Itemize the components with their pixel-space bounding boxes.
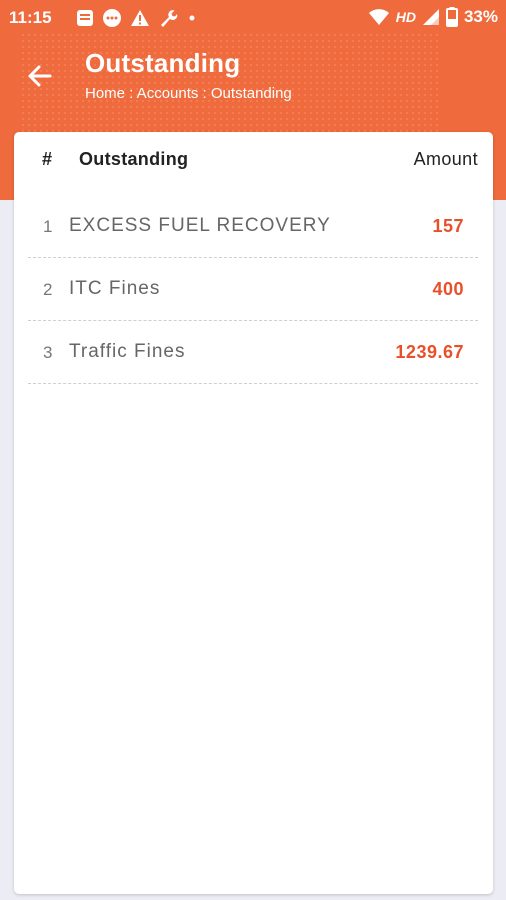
breadcrumb: Home : Accounts : Outstanding [85, 85, 292, 102]
column-header-index: # [42, 149, 53, 169]
signal-icon [422, 9, 439, 25]
chat-bubble-icon [103, 9, 121, 27]
row-amount: 1239.67 [395, 342, 464, 362]
outstanding-card: # Outstanding Amount 1 EXCESS FUEL RECOV… [14, 132, 493, 894]
row-name: Traffic Fines [69, 341, 186, 362]
arrow-left-icon [28, 65, 52, 87]
wrench-icon [161, 10, 178, 27]
table-body: 1 EXCESS FUEL RECOVERY 157 2 ITC Fines 4… [28, 195, 478, 384]
app-bar: Outstanding Home : Accounts : Outstandin… [0, 40, 506, 120]
column-header-amount: Amount [413, 149, 478, 169]
table-row[interactable]: 1 EXCESS FUEL RECOVERY 157 [28, 195, 478, 258]
table-row[interactable]: 2 ITC Fines 400 [28, 258, 478, 321]
row-name: EXCESS FUEL RECOVERY [69, 215, 331, 236]
table-header: # Outstanding Amount [14, 132, 493, 192]
network-type-label: HD [395, 9, 416, 25]
table-row[interactable]: 3 Traffic Fines 1239.67 [28, 321, 478, 384]
warning-icon [131, 10, 149, 26]
row-name: ITC Fines [69, 278, 161, 299]
status-time: 11:15 [9, 8, 52, 27]
back-button[interactable] [24, 60, 56, 92]
battery-icon [445, 7, 458, 27]
row-amount: 157 [432, 216, 464, 236]
status-bar: 11:15 HD 33% [0, 0, 506, 34]
message-icon [77, 10, 93, 26]
row-index: 2 [43, 280, 53, 299]
row-amount: 400 [432, 279, 464, 299]
notification-icons [76, 8, 198, 28]
row-index: 3 [43, 343, 53, 362]
battery-percent: 33% [463, 7, 498, 26]
wifi-icon [368, 9, 389, 25]
dot-icon [189, 15, 195, 21]
system-status-icons: HD 33% [368, 7, 498, 27]
column-header-outstanding: Outstanding [79, 149, 189, 169]
page-title: Outstanding [85, 48, 241, 78]
row-index: 1 [43, 217, 53, 236]
